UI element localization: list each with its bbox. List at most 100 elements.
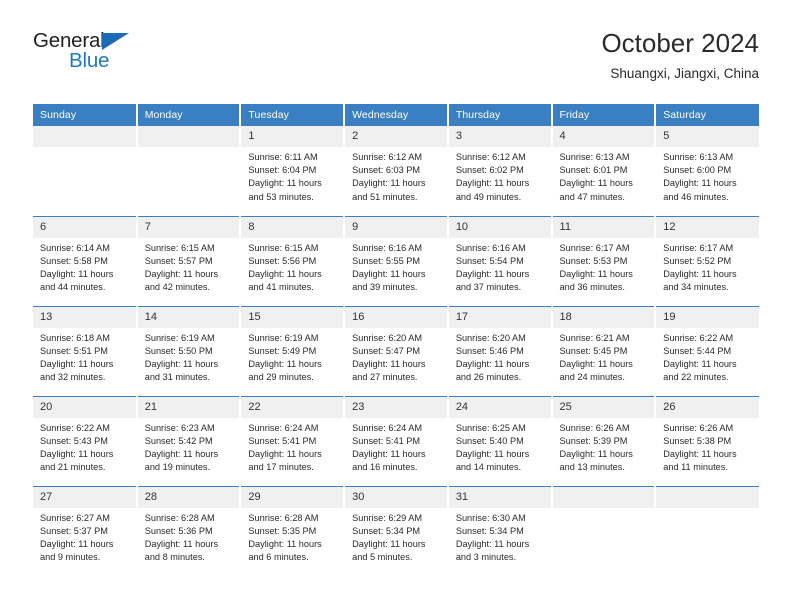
logo-triangle-icon [102,33,129,50]
weekday-header-friday: Friday [551,104,657,126]
daylight-duration-line1: Daylight: 11 hours [455,538,530,549]
daylight-duration-line2: and 13 minutes. [559,462,625,473]
day-details: Sunrise: 6:19 AM Sunset: 5:50 PM Daylight:… [138,328,240,385]
daylight-duration-line2: and 19 minutes. [144,462,211,473]
calendar-day-cell[interactable]: 27 Sunrise: 6:27 AM Sunset: 5:37 PM Dayligh… [33,485,138,576]
day-number: 21 [137,396,240,418]
sunset-time: Sunset: 5:47 PM [352,345,421,356]
calendar-week-row: 1 Sunrise: 6:11 AM Sunset: 6:04 PM Daylight… [33,126,759,216]
calendar-day-cell[interactable]: 8 Sunrise: 6:15 AM Sunset: 5:56 PM Daylight… [240,215,346,306]
sunset-time: Sunset: 5:50 PM [144,345,213,356]
logo-text-blue: Blue [69,49,110,72]
sunrise-time: Sunrise: 6:15 AM [144,242,215,253]
calendar-day-cell[interactable]: 24 Sunrise: 6:25 AM Sunset: 5:40 PM Dayligh… [447,395,553,486]
sunset-time: Sunset: 5:45 PM [559,345,628,356]
day-number: 23 [345,396,447,418]
daylight-duration-line2: and 27 minutes. [352,372,418,383]
daylight-duration-line1: Daylight: 11 hours [663,448,737,459]
calendar-day-cell[interactable]: 23 Sunrise: 6:24 AM Sunset: 5:41 PM Dayligh… [344,395,449,486]
daylight-duration-line2: and 26 minutes. [455,372,522,383]
day-number [656,486,759,508]
calendar-day-cell[interactable]: 11 Sunrise: 6:17 AM Sunset: 5:53 PM Dayligh… [551,215,657,306]
daylight-duration-line1: Daylight: 11 hours [559,268,633,279]
daylight-duration-line1: Daylight: 11 hours [559,448,633,459]
calendar-week-row: 13 Sunrise: 6:18 AM Sunset: 5:51 PM Dayligh… [33,305,759,396]
calendar-day-cell[interactable]: 20 Sunrise: 6:22 AM Sunset: 5:43 PM Dayligh… [33,395,138,486]
sunset-time: Sunset: 5:54 PM [455,255,524,266]
weekday-header-wednesday: Wednesday [344,104,449,126]
calendar-day-cell[interactable]: 18 Sunrise: 6:21 AM Sunset: 5:45 PM Dayligh… [551,305,657,396]
sunrise-time: Sunrise: 6:22 AM [663,332,734,343]
sunset-time: Sunset: 5:36 PM [144,525,213,536]
calendar-day-cell[interactable]: 5 Sunrise: 6:13 AM Sunset: 6:00 PM Daylight… [655,126,759,216]
day-details: Sunrise: 6:22 AM Sunset: 5:44 PM Daylight:… [656,328,759,385]
sunset-time: Sunset: 5:49 PM [248,345,317,356]
sunrise-time: Sunrise: 6:28 AM [144,512,215,523]
daylight-duration-line1: Daylight: 11 hours [663,178,737,189]
calendar-day-cell[interactable]: 28 Sunrise: 6:28 AM Sunset: 5:36 PM Dayligh… [136,485,242,576]
calendar-day-cell[interactable]: 29 Sunrise: 6:28 AM Sunset: 5:35 PM Dayligh… [240,485,346,576]
day-details: Sunrise: 6:16 AM Sunset: 5:54 PM Daylight:… [449,238,551,295]
calendar-day-cell[interactable]: 22 Sunrise: 6:24 AM Sunset: 5:41 PM Dayligh… [240,395,346,486]
daylight-duration-line1: Daylight: 11 hours [352,358,426,369]
calendar-day-cell[interactable]: 3 Sunrise: 6:12 AM Sunset: 6:02 PM Daylight… [447,126,553,216]
calendar-day-cell[interactable]: 25 Sunrise: 6:26 AM Sunset: 5:39 PM Dayligh… [551,395,657,486]
sunrise-time: Sunrise: 6:19 AM [248,332,319,343]
calendar-day-cell[interactable]: 14 Sunrise: 6:19 AM Sunset: 5:50 PM Dayligh… [136,305,242,396]
daylight-duration-line2: and 47 minutes. [559,191,625,202]
daylight-duration-line1: Daylight: 11 hours [352,178,426,189]
calendar-day-cell[interactable]: 31 Sunrise: 6:30 AM Sunset: 5:34 PM Dayligh… [447,485,553,576]
daylight-duration-line2: and 39 minutes. [352,282,418,293]
daylight-duration-line2: and 5 minutes. [352,552,413,563]
daylight-duration-line1: Daylight: 11 hours [663,358,737,369]
sunset-time: Sunset: 5:40 PM [455,435,524,446]
day-number: 22 [241,396,344,418]
calendar-day-cell[interactable]: 16 Sunrise: 6:20 AM Sunset: 5:47 PM Dayligh… [344,305,449,396]
day-number: 18 [552,306,655,328]
sunrise-time: Sunrise: 6:12 AM [352,152,423,162]
calendar-day-cell[interactable]: 17 Sunrise: 6:20 AM Sunset: 5:46 PM Dayligh… [447,305,553,396]
daylight-duration-line1: Daylight: 11 hours [40,448,114,459]
day-number: 13 [33,306,136,328]
calendar-day-cell[interactable]: 21 Sunrise: 6:23 AM Sunset: 5:42 PM Dayligh… [136,395,242,486]
daylight-duration-line1: Daylight: 11 hours [144,538,219,549]
daylight-duration-line1: Daylight: 11 hours [248,538,322,549]
day-details: Sunrise: 6:17 AM Sunset: 5:53 PM Daylight:… [553,238,655,295]
calendar-week-row: 6 Sunrise: 6:14 AM Sunset: 5:58 PM Daylight… [33,215,759,306]
day-number: 25 [552,396,655,418]
day-number: 17 [448,306,551,328]
day-number: 7 [137,216,240,238]
daylight-duration-line1: Daylight: 11 hours [248,358,322,369]
calendar-day-cell[interactable]: 26 Sunrise: 6:26 AM Sunset: 5:38 PM Dayligh… [655,395,759,486]
calendar-day-cell[interactable]: 4 Sunrise: 6:13 AM Sunset: 6:01 PM Daylight… [551,126,657,216]
calendar-day-cell[interactable]: 13 Sunrise: 6:18 AM Sunset: 5:51 PM Dayligh… [33,305,138,396]
day-details: Sunrise: 6:15 AM Sunset: 5:56 PM Daylight:… [241,238,343,295]
calendar-day-cell[interactable]: 12 Sunrise: 6:17 AM Sunset: 5:52 PM Dayligh… [655,215,759,306]
calendar-day-cell[interactable]: 19 Sunrise: 6:22 AM Sunset: 5:44 PM Dayligh… [655,305,759,396]
calendar-day-cell[interactable]: 9 Sunrise: 6:16 AM Sunset: 5:55 PM Daylight… [344,215,449,306]
daylight-duration-line1: Daylight: 11 hours [352,268,426,279]
daylight-duration-line2: and 53 minutes. [248,191,314,202]
calendar-day-cell[interactable]: 15 Sunrise: 6:19 AM Sunset: 5:49 PM Dayligh… [240,305,346,396]
sunrise-time: Sunrise: 6:18 AM [40,332,110,343]
day-number: 28 [137,486,240,508]
calendar-day-cell[interactable]: 1 Sunrise: 6:11 AM Sunset: 6:04 PM Daylight… [240,126,346,216]
daylight-duration-line1: Daylight: 11 hours [559,178,633,189]
day-details: Sunrise: 6:27 AM Sunset: 5:37 PM Daylight:… [33,508,136,565]
daylight-duration-line1: Daylight: 11 hours [248,178,322,189]
calendar-day-cell[interactable]: 30 Sunrise: 6:29 AM Sunset: 5:34 PM Dayligh… [344,485,449,576]
calendar-day-cell[interactable]: 10 Sunrise: 6:16 AM Sunset: 5:54 PM Dayligh… [447,215,553,306]
calendar-day-cell[interactable]: 2 Sunrise: 6:12 AM Sunset: 6:03 PM Daylight… [344,126,449,216]
sunrise-time: Sunrise: 6:29 AM [352,512,423,523]
day-number: 9 [345,216,447,238]
calendar-day-cell[interactable]: 6 Sunrise: 6:14 AM Sunset: 5:58 PM Daylight… [33,215,138,306]
day-number: 19 [656,306,759,328]
day-number: 6 [33,216,136,238]
calendar-day-cell[interactable]: 7 Sunrise: 6:15 AM Sunset: 5:57 PM Daylight… [136,215,242,306]
sunset-time: Sunset: 5:51 PM [40,345,108,356]
sunset-time: Sunset: 6:02 PM [455,165,524,176]
daylight-duration-line2: and 41 minutes. [248,282,314,293]
day-number: 15 [241,306,344,328]
day-details: Sunrise: 6:11 AM Sunset: 6:04 PM Daylight:… [241,147,343,204]
day-details: Sunrise: 6:20 AM Sunset: 5:46 PM Daylight:… [449,328,551,385]
